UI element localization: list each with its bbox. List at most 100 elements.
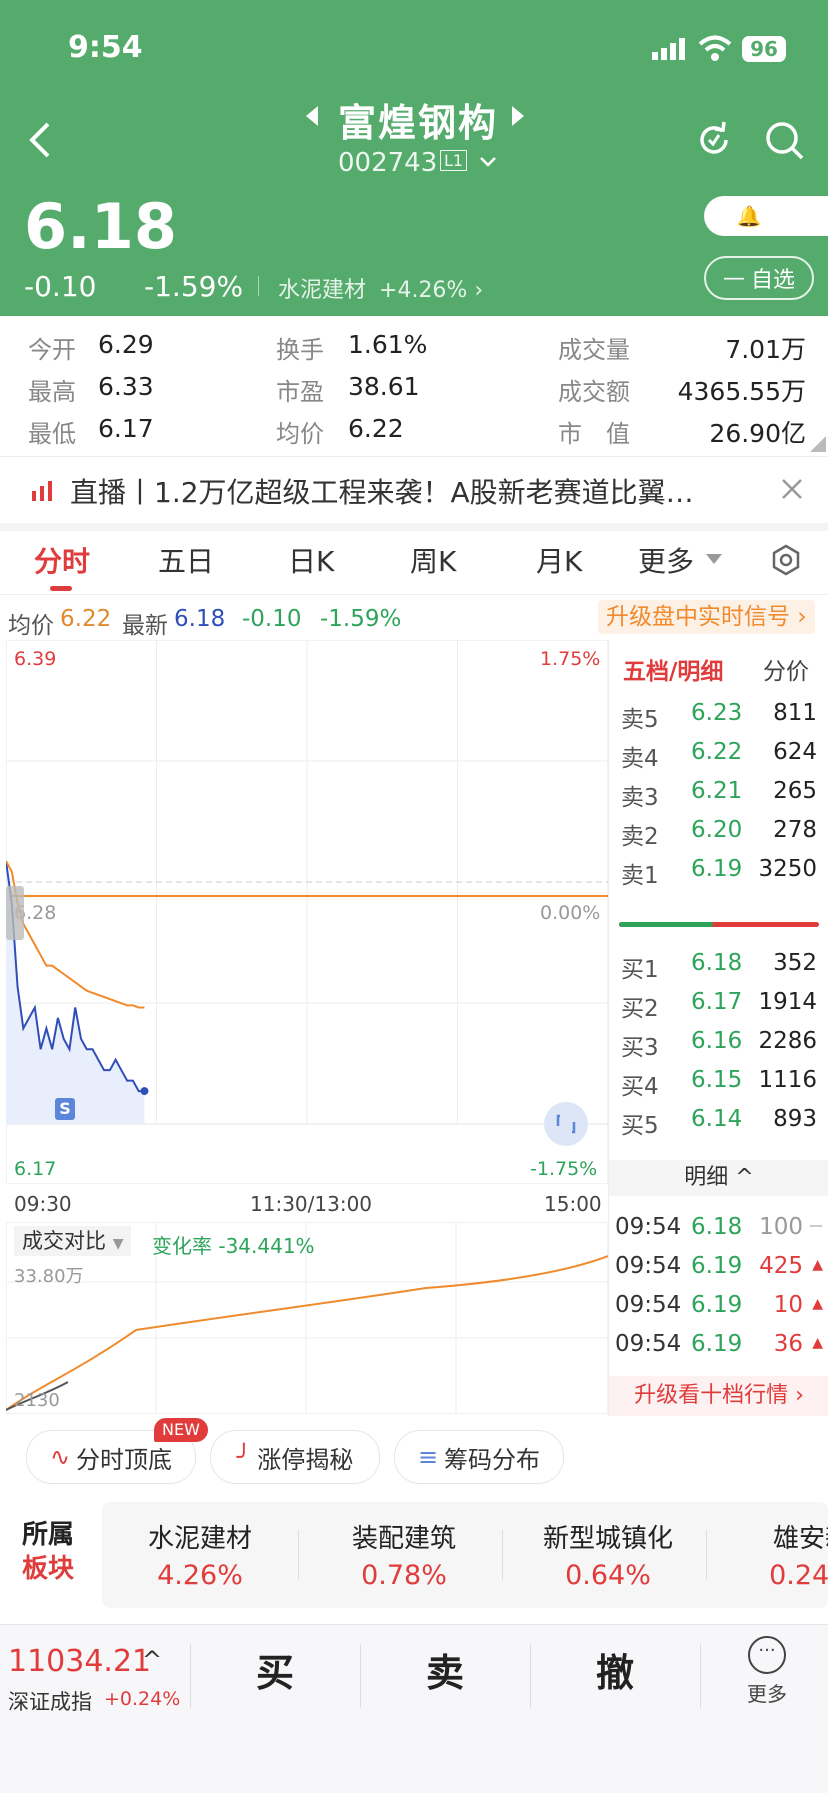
sell-signal-marker[interactable]: S xyxy=(55,1098,75,1120)
bid-volume: 2286 xyxy=(758,1028,817,1054)
change-rate: 变化率 -34.441% xyxy=(152,1230,315,1259)
chevron-right-icon: › xyxy=(474,278,484,303)
stock-code: 002743 xyxy=(338,148,438,178)
plate-divider xyxy=(502,1530,503,1580)
buy-button[interactable]: 买 xyxy=(256,1642,294,1697)
tab-more[interactable]: 更多 xyxy=(638,540,694,580)
info-bar: 均价 6.22 最新 6.18 -0.10 -1.59% 升级盘中实时信号 › xyxy=(0,596,828,640)
fullscreen-icon[interactable] xyxy=(544,1102,588,1146)
tab-intraday[interactable]: 分时 xyxy=(34,540,90,580)
stock-header: 9:54 96 富煌钢构 002743 L1 6.18 -0.10 -1.59%… xyxy=(0,0,828,316)
intraday-price-chart[interactable] xyxy=(6,640,608,1184)
search-icon[interactable] xyxy=(764,120,806,162)
crosshair-handle[interactable] xyxy=(6,886,24,940)
pct-bot-label: -1.75% xyxy=(530,1158,598,1180)
plate-pct: 0.64% xyxy=(565,1560,651,1591)
info-avg-value: 6.22 xyxy=(60,606,112,632)
x-end-label: 15:00 xyxy=(544,1192,602,1216)
limit-up-icon: ╯ xyxy=(236,1443,252,1471)
turnover-label: 换手 xyxy=(276,336,324,364)
chip-distribution-button[interactable]: ≡ 筹码分布 xyxy=(394,1430,564,1484)
low-label: 最低 xyxy=(28,420,76,448)
sell-button[interactable]: 卖 xyxy=(426,1642,464,1697)
bid-volume: 1914 xyxy=(758,989,817,1015)
sector-link[interactable]: 水泥建材 +4.26% › xyxy=(278,272,483,304)
cancel-order-button[interactable]: 撤 xyxy=(596,1642,634,1697)
index-value[interactable]: 11034.21 xyxy=(8,1644,151,1679)
detail-price: 6.19 xyxy=(691,1331,743,1357)
close-icon[interactable] xyxy=(780,477,804,501)
order-book: 五档/明细 分价 卖5 6.23 811 卖4 6.22 624 卖3 6.21 265 卖2 6.… xyxy=(608,640,828,1416)
chevron-right-icon: › xyxy=(795,1383,804,1408)
status-time: 9:54 xyxy=(68,30,143,65)
ask-label: 卖5 xyxy=(621,707,659,733)
detail-header[interactable]: 明细 ^ xyxy=(609,1160,828,1196)
detail-volume: 425 xyxy=(759,1253,803,1279)
mcap-label: 市 值 xyxy=(558,420,630,448)
volume-compare-selector[interactable]: 成交对比 ▼ xyxy=(14,1226,132,1256)
up-arrow-icon: ▲ xyxy=(812,1296,823,1312)
expand-corner-icon[interactable] xyxy=(810,436,826,452)
back-icon[interactable] xyxy=(26,120,56,160)
bid-volume: 893 xyxy=(773,1106,817,1132)
bid-price: 6.18 xyxy=(691,950,743,976)
tab-weekly-k[interactable]: 周K xyxy=(410,540,456,580)
limit-up-secrets-button[interactable]: ╯ 涨停揭秘 xyxy=(210,1430,380,1484)
bid-row: 买5 6.14 893 xyxy=(609,1106,828,1139)
settings-hex-icon[interactable] xyxy=(770,544,802,576)
bid-label: 买5 xyxy=(621,1113,659,1139)
bid-volume: 1116 xyxy=(758,1067,817,1093)
ask-label: 卖3 xyxy=(621,785,659,811)
upgrade-signal-button[interactable]: 升级盘中实时信号 › xyxy=(598,600,815,634)
bottom-divider xyxy=(700,1644,701,1708)
bottom-divider xyxy=(190,1644,191,1708)
upgrade-ten-level-button[interactable]: 升级看十档行情 › xyxy=(609,1376,828,1416)
detail-time: 09:54 xyxy=(615,1214,682,1240)
change-rate-value: -34.441% xyxy=(218,1234,315,1258)
plate-pct: 0.24% xyxy=(769,1560,828,1591)
low-value: 6.17 xyxy=(98,414,154,443)
bid-price: 6.14 xyxy=(691,1106,743,1132)
high-label: 最高 xyxy=(28,378,76,406)
bid-label: 买1 xyxy=(621,957,659,983)
more-button[interactable]: ··· 更多 xyxy=(740,1636,794,1707)
alert-button[interactable]: 🔔 提醒 xyxy=(704,196,828,236)
live-banner[interactable]: 直播丨1.2万亿超级工程来袭！A股新老赛道比翼… xyxy=(0,456,828,531)
tab-daily-k[interactable]: 日K xyxy=(288,540,334,580)
price-distribution-tab[interactable]: 分价 xyxy=(763,652,809,686)
upgrade-signal-label: 升级盘中实时信号 xyxy=(606,604,790,630)
prev-stock-icon[interactable] xyxy=(302,104,322,128)
new-badge: NEW xyxy=(154,1418,208,1442)
divider xyxy=(258,276,259,296)
ask-price: 6.21 xyxy=(691,778,743,804)
plates-title-2: 板块 xyxy=(22,1554,75,1584)
more-label: 更多 xyxy=(747,1682,787,1706)
banner-text: 直播丨1.2万亿超级工程来袭！A股新老赛道比翼… xyxy=(70,476,694,509)
info-change: -0.10 xyxy=(242,606,302,632)
minus-icon: — xyxy=(722,265,745,291)
y-bot-label: 6.17 xyxy=(14,1158,57,1180)
latest-price-dot xyxy=(140,1087,149,1096)
plate-name[interactable]: 装配建筑 xyxy=(326,1518,482,1555)
add-watchlist-button[interactable]: — 自选 xyxy=(704,256,814,300)
bid-volume: 352 xyxy=(773,950,817,976)
chevron-up-icon: ^ xyxy=(142,1646,163,1674)
sector-name: 水泥建材 xyxy=(278,278,367,303)
ask-row: 卖5 6.23 811 xyxy=(609,700,828,733)
plate-name[interactable]: 新型城镇化 xyxy=(530,1518,686,1555)
order-book-tab[interactable]: 五档/明细 xyxy=(623,652,723,686)
tab-five-day[interactable]: 五日 xyxy=(158,540,214,580)
index-pct: +0.24% xyxy=(104,1688,181,1710)
code-dropdown-icon[interactable] xyxy=(478,154,498,168)
tab-monthly-k[interactable]: 月K xyxy=(536,540,582,580)
refresh-icon[interactable] xyxy=(694,120,734,160)
ask-volume: 811 xyxy=(773,700,817,726)
plate-name[interactable]: 雄安新 xyxy=(734,1518,828,1555)
plates-title: 所属 板块 xyxy=(22,1518,74,1586)
plate-name[interactable]: 水泥建材 xyxy=(122,1518,278,1555)
plate-divider xyxy=(298,1530,299,1580)
detail-time: 09:54 xyxy=(615,1292,682,1318)
ask-volume: 3250 xyxy=(758,856,817,882)
next-stock-icon[interactable] xyxy=(508,104,528,128)
index-name: 深证成指 xyxy=(8,1690,92,1714)
